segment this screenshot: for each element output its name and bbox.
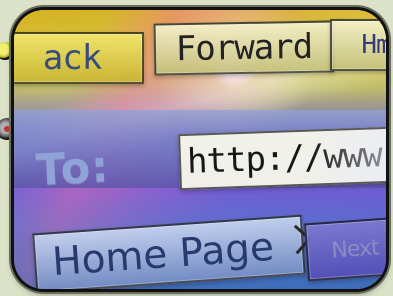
home-page-label: Home Page bbox=[50, 224, 276, 285]
partial-home-button[interactable]: Hm bbox=[330, 19, 386, 71]
back-button[interactable]: ack bbox=[14, 32, 144, 84]
next-button[interactable]: Next bbox=[304, 216, 386, 282]
left-edge-yellow-dot-icon bbox=[0, 42, 14, 60]
url-fade-overlay bbox=[310, 127, 386, 184]
screenshot-stage: ack Forward Hm To: http://www Home Page … bbox=[0, 0, 393, 296]
forward-button[interactable]: Forward bbox=[153, 20, 335, 76]
photo-frame: ack Forward Hm To: http://www Home Page … bbox=[14, 10, 386, 289]
to-label: To: bbox=[34, 142, 111, 196]
url-field[interactable]: http://www bbox=[178, 125, 386, 191]
